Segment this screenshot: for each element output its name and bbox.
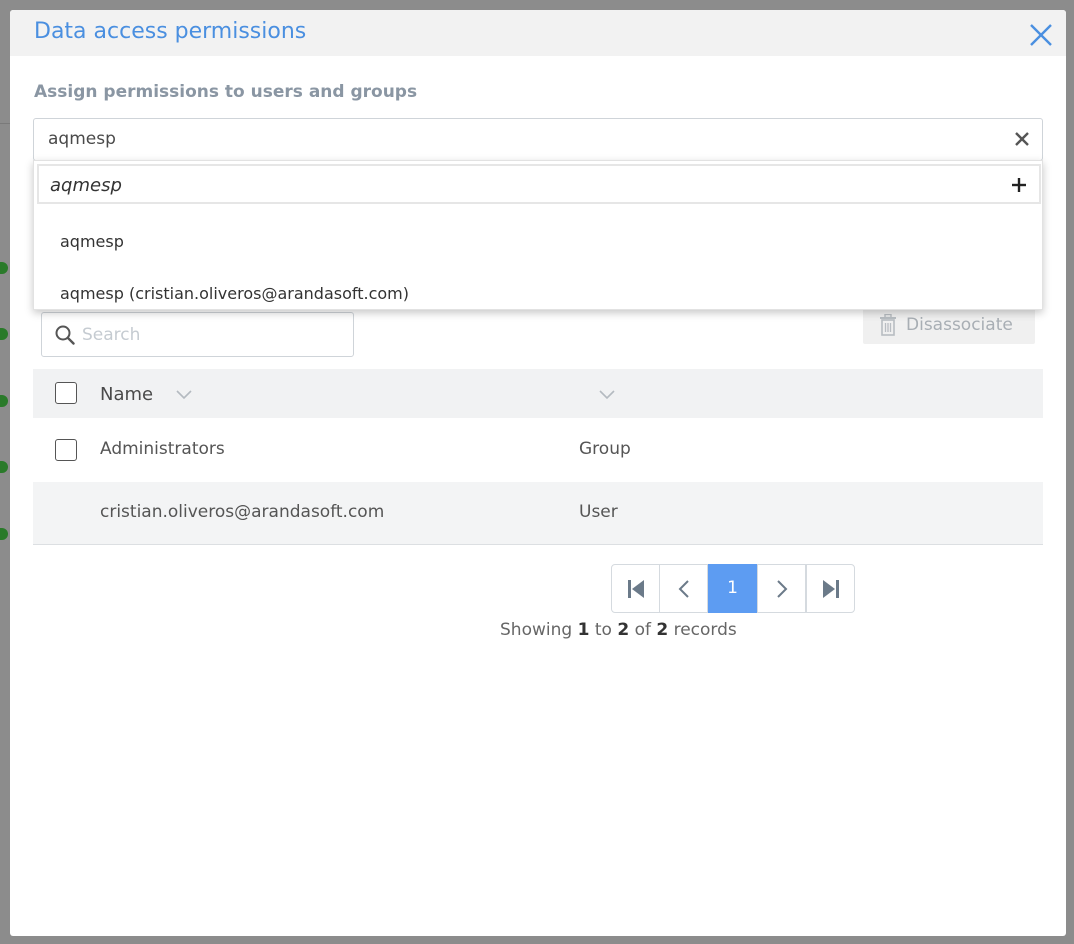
assign-combobox[interactable]: [33, 118, 1043, 161]
add-new-entry[interactable]: aqmesp: [37, 164, 1041, 204]
close-icon: [1030, 24, 1052, 46]
row-name: Administrators: [100, 439, 225, 459]
select-all-checkbox[interactable]: [55, 382, 77, 404]
status-dot: [0, 461, 8, 473]
dropdown-option[interactable]: aqmesp (cristian.oliveros@arandasoft.com…: [60, 284, 409, 303]
search-icon: [55, 325, 75, 345]
dropdown-option[interactable]: aqmesp: [60, 232, 124, 251]
next-page-button[interactable]: [757, 564, 806, 613]
clear-input-button[interactable]: [1014, 131, 1030, 147]
row-type: Group: [579, 439, 631, 459]
page-button-current[interactable]: 1: [708, 564, 757, 613]
row-checkbox[interactable]: [55, 439, 77, 461]
column-header-name: Name: [100, 384, 154, 405]
records-summary: Showing 1 to 2 of 2 records: [500, 620, 737, 640]
status-dot: [0, 262, 8, 274]
trash-icon: [880, 314, 896, 336]
table-divider: [33, 544, 1043, 545]
chevron-down-icon[interactable]: [176, 390, 192, 400]
plus-icon: [1012, 178, 1026, 192]
records-to: 2: [617, 620, 630, 640]
records-to-label: to: [594, 620, 612, 640]
suggestions-dropdown: aqmesp aqmesp aqmesp (cristian.oliveros@…: [33, 160, 1043, 310]
status-dot: [0, 328, 8, 340]
table-header: Name: [33, 369, 1043, 418]
dialog-title: Data access permissions: [34, 19, 307, 44]
assign-permissions-label: Assign permissions to users and groups: [34, 82, 418, 102]
records-from: 1: [577, 620, 590, 640]
last-page-button[interactable]: [806, 564, 855, 613]
row-type: User: [579, 502, 618, 522]
last-page-icon: [822, 579, 839, 598]
chevron-right-icon: [776, 579, 787, 598]
search-box[interactable]: [41, 312, 354, 357]
disassociate-label: Disassociate: [906, 315, 1013, 335]
chevron-left-icon: [678, 579, 689, 598]
search-input[interactable]: [82, 325, 342, 345]
table-row[interactable]: Administrators Group: [33, 419, 1043, 482]
first-page-button[interactable]: [611, 564, 660, 613]
close-button[interactable]: [1028, 22, 1054, 48]
new-entry-text: aqmesp: [50, 175, 122, 196]
background-fragment: [0, 48, 2, 69]
dialog-header: Data access permissions: [10, 10, 1066, 56]
row-name: cristian.oliveros@arandasoft.com: [100, 502, 385, 522]
table-row[interactable]: cristian.oliveros@arandasoft.com User: [33, 482, 1043, 545]
records-of-label: of: [634, 620, 651, 640]
status-dot: [0, 528, 8, 540]
chevron-down-icon[interactable]: [599, 390, 615, 400]
status-dot: [0, 395, 8, 407]
assign-input[interactable]: [48, 129, 988, 149]
disassociate-button[interactable]: Disassociate: [863, 308, 1035, 344]
background-divider: [0, 123, 10, 124]
records-total: 2: [656, 620, 669, 640]
first-page-icon: [627, 579, 644, 598]
records-showing-label: Showing: [500, 620, 573, 640]
records-label: records: [673, 620, 737, 640]
clear-icon: [1015, 132, 1029, 146]
previous-page-button[interactable]: [659, 564, 708, 613]
permissions-dialog: Data access permissions Assign permissio…: [10, 10, 1066, 936]
add-button[interactable]: [1011, 177, 1027, 193]
